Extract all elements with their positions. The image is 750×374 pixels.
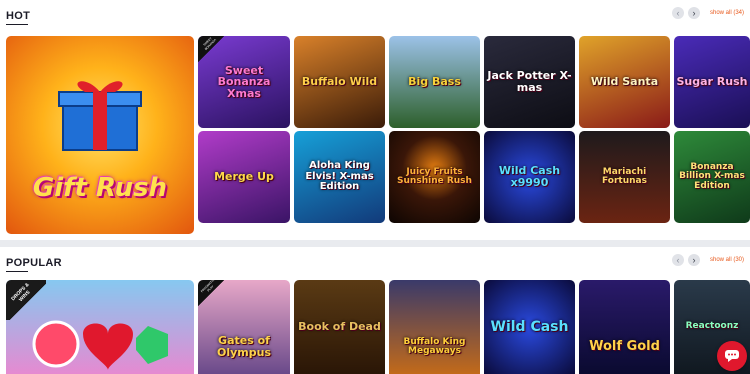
hot-title: HOT [6,10,31,22]
gift-box-icon [58,81,142,151]
game-tile[interactable]: Sugar Rush [674,36,750,128]
game-name: Bonanza Billion X-mas Edition [679,161,745,191]
chevron-left-icon[interactable]: ‹ [671,254,684,266]
provider-badge: SWEET BONANZA [198,36,224,62]
game-name: Aloha King Elvis! X-mas Edition [305,160,374,193]
game-name: Merge Up [214,170,274,184]
game-tile[interactable]: Aloha King Elvis! X-mas Edition [294,131,385,223]
game-tile[interactable]: SWEET BONANZA Sweet Bonanza Xmas [198,36,290,128]
game-tile[interactable]: Book of Dead [294,280,385,374]
game-name: Reactoonz [685,321,739,332]
provider-badge: PRAGMATIC PLAY [198,280,224,306]
chat-bubble-icon [725,350,739,362]
game-tile[interactable]: Wild Cash x9990 [484,131,575,223]
game-name: Wild Cash x9990 [498,164,561,189]
game-name: Buffalo Wild [301,75,378,89]
game-tile[interactable]: Bonanza Billion X-mas Edition [674,131,750,223]
title-underline [6,271,28,272]
game-tile[interactable]: Buffalo King Megaways [389,280,480,374]
game-tile-featured[interactable]: Gift Rush [6,36,194,234]
game-name: Wild Santa [590,75,659,89]
hot-nav: ‹ › show all (34) [671,7,744,19]
chevron-right-icon[interactable]: › [687,7,700,19]
game-tile-featured[interactable]: DROPS & WINS [6,280,194,374]
game-name: Wolf Gold [589,339,660,355]
game-name: Gates of Olympus [216,334,271,359]
game-name: Book of Dead [298,320,381,334]
game-name: Juicy Fruits Sunshine Rush [397,166,472,186]
game-tile[interactable]: Jack Potter X-mas [484,36,575,128]
game-tile[interactable]: Wolf Gold [579,280,670,374]
chevron-left-icon[interactable]: ‹ [671,7,684,19]
hot-section: HOT ‹ › show all (34) Gift Rush SWEET BO… [0,0,750,240]
popular-nav: ‹ › show all (30) [671,254,744,266]
game-tile[interactable]: PRAGMATIC PLAY Gates of Olympus [198,280,290,374]
chevron-right-icon[interactable]: › [687,254,700,266]
game-name: Sugar Rush [676,75,748,89]
game-name: Wild Cash [490,318,569,335]
game-tile[interactable]: Buffalo Wild [294,36,385,128]
game-name: Mariachi Fortunas [602,166,647,186]
game-tile[interactable]: Juicy Fruits Sunshine Rush [389,131,480,223]
popular-title: POPULAR [6,257,62,269]
game-tile[interactable]: Wild Santa [579,36,670,128]
popular-section: POPULAR ‹ › show all (30) DROPS & WINS P… [0,247,750,374]
game-name: Buffalo King Megaways [403,336,466,356]
featured-game-name: Gift Rush [32,172,168,203]
popular-show-all-link[interactable]: show all (30) [710,257,744,263]
game-tile[interactable]: Merge Up [198,131,290,223]
game-tile[interactable]: Wild Cash [484,280,575,374]
chat-button[interactable] [717,341,747,371]
title-underline [6,24,28,25]
candy-hearts-icon [32,320,168,370]
game-name: Big Bass [408,75,461,89]
game-tile[interactable]: Big Bass [389,36,480,128]
game-name: Jack Potter X-mas [487,69,572,94]
game-name: Sweet Bonanza Xmas [217,63,271,100]
game-tile[interactable]: Mariachi Fortunas [579,131,670,223]
hot-show-all-link[interactable]: show all (34) [710,10,744,16]
